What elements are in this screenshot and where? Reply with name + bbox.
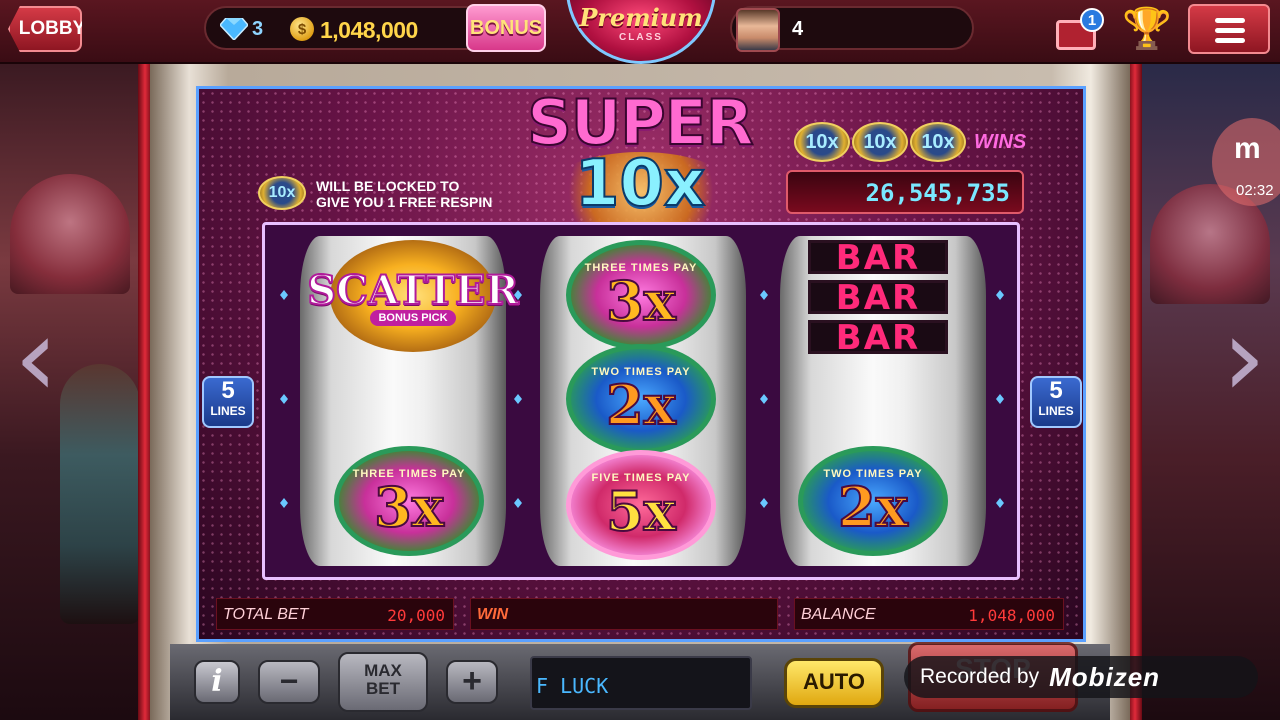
game-screen: LOBBY 3 $ 1,048,000 BONUS Premium CLASS …	[0, 0, 1280, 720]
max-bet-line1: MAX	[364, 661, 402, 680]
scatter-label: SCATTER	[306, 266, 519, 315]
mail-count-badge: 1	[1080, 8, 1104, 32]
coin-icon: $	[290, 17, 314, 41]
wins-label: WINS	[974, 130, 1027, 153]
coin-balance: 1,048,000	[320, 17, 418, 43]
symbol-value: 2x	[837, 475, 909, 539]
avatar[interactable]	[736, 8, 780, 52]
increase-bet-button[interactable]: +	[446, 660, 498, 704]
game-title-10x: 10x	[574, 147, 706, 221]
symbol-3x: THREE TIMES PAY 3x	[566, 240, 716, 350]
chevron-left-icon[interactable]: ‹	[6, 302, 66, 412]
recorder-watermark: Recorded by Mobizen	[904, 656, 1258, 698]
lines-badge-right: 5 LINES	[1030, 376, 1082, 428]
max-bet-line2: BET	[366, 679, 400, 698]
premium-class-badge[interactable]: Premium CLASS	[566, 0, 716, 64]
player-panel[interactable]: 4	[730, 6, 974, 52]
menu-button[interactable]	[1188, 4, 1270, 54]
machine-trim-right	[1128, 64, 1142, 720]
symbol-value: 3x	[605, 269, 677, 333]
recorder-logo-icon: m	[1234, 132, 1261, 165]
gem-count: 3	[252, 18, 264, 40]
symbol-value: 5x	[605, 479, 677, 543]
top-bar: LOBBY 3 $ 1,048,000 BONUS Premium CLASS …	[0, 0, 1280, 64]
balance-value: 1,048,000	[968, 606, 1055, 625]
total-bet-value: 20,000	[387, 606, 445, 625]
message-display: F LUCK	[530, 656, 752, 710]
diamond-icon	[220, 18, 248, 40]
symbol-5x: FIVE TIMES PAY 5x	[566, 450, 716, 560]
recording-time: 02:32	[1236, 182, 1274, 199]
balance-panel: BALANCE 1,048,000	[794, 598, 1064, 630]
lobby-button[interactable]: LOBBY	[8, 6, 82, 52]
10x-icon: 10x	[852, 122, 908, 162]
trophy-icon[interactable]: 🏆	[1122, 6, 1172, 52]
symbol-value: 3x	[373, 475, 445, 539]
info-bar: TOTAL BET 20,000 WIN BALANCE 1,048,000	[216, 598, 1066, 632]
player-level: 4	[792, 18, 804, 40]
10x-icon: 10x	[258, 176, 306, 210]
bar-symbol: BAR	[808, 280, 948, 315]
scatter-symbol: SCATTER BONUS PICK	[306, 240, 520, 352]
mail-button[interactable]: 1	[1056, 8, 1104, 52]
lines-count: 5	[221, 377, 235, 404]
max-bet-button[interactable]: MAX BET	[338, 652, 428, 712]
chevron-right-icon[interactable]: ›	[1214, 302, 1274, 412]
auto-spin-button[interactable]: AUTO	[784, 658, 884, 708]
game-title-super: SUPER	[526, 86, 755, 159]
respin-note-line1: WILL BE LOCKED TO	[316, 178, 460, 194]
win-panel: WIN	[470, 598, 778, 630]
win-label: WIN	[477, 606, 509, 623]
bar-symbol: BAR	[808, 240, 948, 275]
symbol-2x: TWO TIMES PAY 2x	[798, 446, 948, 556]
background-person	[60, 364, 140, 624]
wins-legend: 10x 10x 10x WINS	[794, 122, 1026, 162]
menu-icon	[1215, 18, 1245, 23]
10x-icon: 10x	[910, 122, 966, 162]
10x-icon: 10x	[794, 122, 850, 162]
total-bet-panel: TOTAL BET 20,000	[216, 598, 454, 630]
total-bet-label: TOTAL BET	[223, 606, 309, 623]
recorder-brand-logo: Mobizen	[1049, 661, 1161, 692]
lines-count: 5	[1049, 377, 1063, 404]
symbol-value: 2x	[605, 373, 677, 437]
lines-label: LINES	[210, 404, 246, 418]
scatter-sub-label: BONUS PICK	[370, 309, 456, 326]
lines-label: LINES	[1038, 404, 1074, 418]
bonus-button[interactable]: BONUS	[466, 4, 546, 52]
decrease-bet-button[interactable]: −	[258, 660, 320, 704]
balance-label: BALANCE	[801, 606, 876, 623]
jackpot-display: 26,545,735	[786, 170, 1024, 214]
premium-subtitle: CLASS	[619, 32, 663, 43]
symbol-3x: THREE TIMES PAY 3x	[334, 446, 484, 556]
respin-note-line2: GIVE YOU 1 FREE RESPIN	[316, 194, 493, 210]
symbol-2x: TWO TIMES PAY 2x	[566, 344, 716, 454]
info-button[interactable]: i	[194, 660, 240, 704]
lines-badge-left: 5 LINES	[202, 376, 254, 428]
bar-symbol: BAR	[808, 320, 948, 355]
game-logo: SUPER 10x	[520, 86, 760, 232]
premium-title: Premium	[579, 3, 703, 32]
recorded-by-text: Recorded by	[920, 665, 1040, 688]
respin-note: 10x WILL BE LOCKED TO GIVE YOU 1 FREE RE…	[258, 176, 538, 212]
background-slot-machine	[10, 174, 130, 294]
